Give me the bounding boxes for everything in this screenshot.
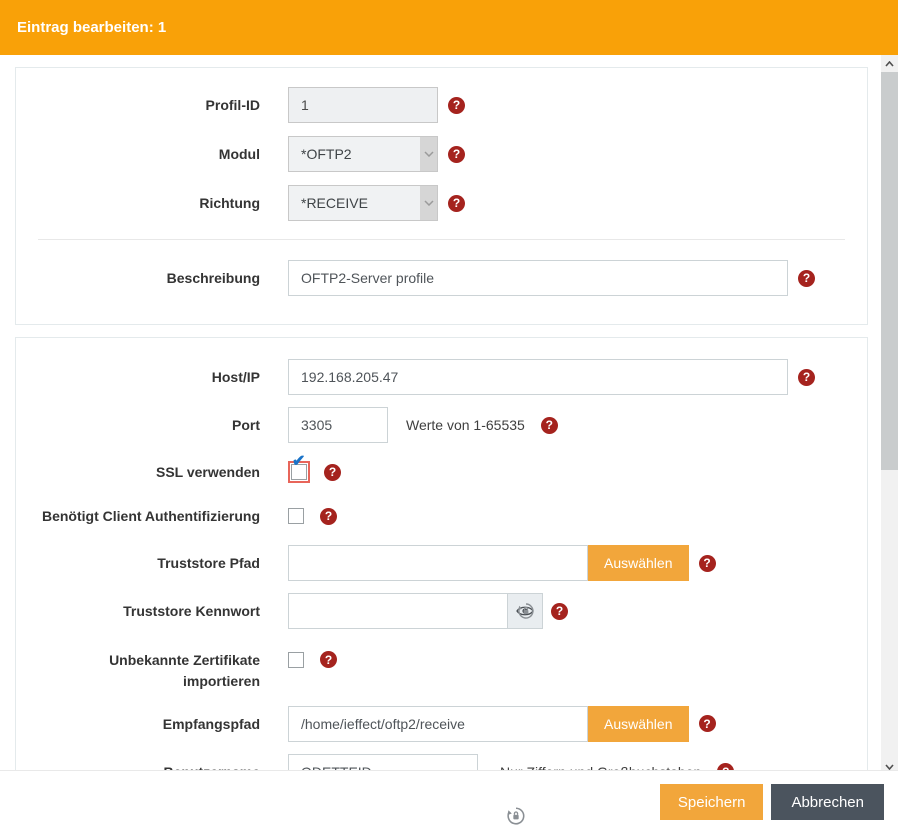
question-circle-icon[interactable]: ? (551, 603, 568, 620)
port-label: Port (38, 415, 288, 435)
section-divider (38, 239, 845, 240)
port-hint: Werte von 1-65535 (406, 417, 525, 433)
truststore-pfad-browse-button[interactable]: Auswählen (588, 545, 689, 581)
chevron-down-icon (420, 137, 437, 171)
profil-id-label: Profil-ID (38, 95, 288, 115)
truststore-kennwort-row: Truststore Kennwort (38, 593, 845, 629)
client-auth-checkbox[interactable] (288, 508, 304, 524)
benutzername-row: Benutzername Nur Ziffern und Großbuchsta… (38, 754, 845, 770)
host-row: Host/IP ? (38, 359, 845, 395)
lock-refresh-icon[interactable] (517, 602, 535, 620)
save-button[interactable]: Speichern (660, 784, 764, 820)
modul-select: *OFTP2 (288, 136, 438, 172)
question-circle-icon[interactable]: ? (448, 97, 465, 114)
client-auth-row: Benötigt Client Authentifizierung ? (38, 506, 845, 526)
connection-section-card: Host/IP ? Port Werte von 1-65535 ? SSL v… (15, 337, 868, 770)
question-circle-icon[interactable]: ? (320, 508, 337, 525)
modul-row: Modul *OFTP2 ? (38, 136, 845, 172)
truststore-kennwort-label: Truststore Kennwort (38, 601, 288, 621)
dialog-body: Profil-ID ? Modul *OFTP2 ? (0, 55, 881, 770)
beschreibung-row: Beschreibung ? (38, 260, 845, 296)
truststore-pfad-label: Truststore Pfad (38, 553, 288, 573)
unbekannte-zertifikate-checkbox[interactable] (288, 652, 304, 668)
client-auth-label: Benötigt Client Authentifizierung (38, 506, 288, 526)
host-label: Host/IP (38, 367, 288, 387)
question-circle-icon[interactable]: ? (798, 270, 815, 287)
benutzername-label: Benutzername (38, 762, 288, 770)
profile-section-card: Profil-ID ? Modul *OFTP2 ? (15, 67, 868, 325)
empfangspfad-label: Empfangspfad (38, 714, 288, 734)
port-input[interactable] (288, 407, 388, 443)
chevron-down-icon (420, 186, 437, 220)
richtung-select-value: *RECEIVE (289, 186, 368, 220)
truststore-pfad-row: Truststore Pfad Auswählen ? (38, 545, 845, 581)
empfangspfad-browse-button[interactable]: Auswählen (588, 706, 689, 742)
richtung-select: *RECEIVE (288, 185, 438, 221)
dialog-footer: Speichern Abbrechen (0, 770, 898, 832)
host-input[interactable] (288, 359, 788, 395)
port-row: Port Werte von 1-65535 ? (38, 407, 845, 443)
ssl-checkbox[interactable] (291, 464, 307, 480)
dialog-header: Eintrag bearbeiten: 1 (0, 0, 898, 55)
question-circle-icon[interactable]: ? (448, 195, 465, 212)
question-circle-icon[interactable]: ? (448, 146, 465, 163)
edit-entry-dialog: Eintrag bearbeiten: 1 Profil-ID ? Modul … (0, 0, 898, 832)
benutzername-input[interactable] (288, 754, 478, 770)
question-circle-icon[interactable]: ? (699, 715, 716, 732)
truststore-pfad-input[interactable] (288, 545, 588, 581)
beschreibung-input[interactable] (288, 260, 788, 296)
profil-id-input (288, 87, 438, 123)
beschreibung-label: Beschreibung (38, 268, 288, 288)
profil-id-row: Profil-ID ? (38, 87, 845, 123)
question-circle-icon[interactable]: ? (324, 464, 341, 481)
cancel-button[interactable]: Abbrechen (771, 784, 884, 820)
question-circle-icon[interactable]: ? (798, 369, 815, 386)
question-circle-icon[interactable]: ? (541, 417, 558, 434)
ssl-label: SSL verwenden (38, 462, 288, 482)
lock-refresh-icon (506, 806, 526, 826)
vertical-scrollbar[interactable] (881, 55, 898, 775)
richtung-row: Richtung *RECEIVE ? (38, 185, 845, 221)
scrollbar-up-button[interactable] (881, 55, 898, 72)
question-circle-icon[interactable]: ? (699, 555, 716, 572)
richtung-label: Richtung (38, 193, 288, 213)
ssl-row: SSL verwenden ? (38, 461, 845, 483)
question-circle-icon[interactable]: ? (717, 763, 734, 770)
truststore-kennwort-input[interactable] (288, 593, 508, 629)
question-circle-icon[interactable]: ? (320, 651, 337, 668)
modul-label: Modul (38, 144, 288, 164)
modul-select-value: *OFTP2 (289, 137, 352, 171)
empfangspfad-row: Empfangspfad Auswählen ? (38, 706, 845, 742)
dialog-title: Eintrag bearbeiten: 1 (17, 19, 166, 36)
unbekannte-zertifikate-row: Unbekannte Zertifikate importieren ? (38, 650, 845, 691)
empfangspfad-input[interactable] (288, 706, 588, 742)
unbekannte-zertifikate-label: Unbekannte Zertifikate importieren (38, 650, 288, 691)
ssl-checkbox-alert-border (288, 461, 310, 483)
scrollbar-thumb[interactable] (881, 72, 898, 470)
